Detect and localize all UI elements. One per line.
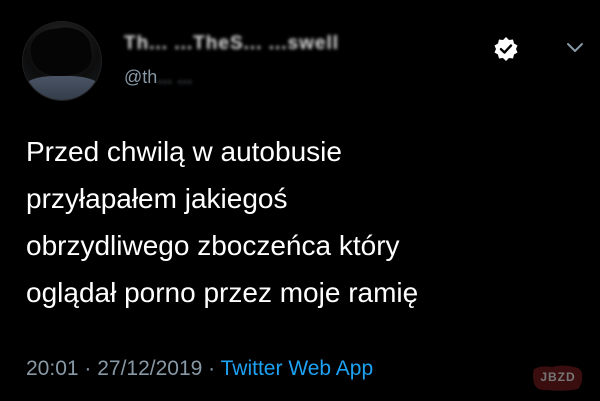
meta-separator: · (78, 357, 98, 380)
tweet-text: Przed chwilą w autobusie przyłapałem jak… (26, 128, 586, 316)
tweet-meta: 20:01 · 27/12/2019 · Twitter Web App (26, 357, 373, 381)
handle-prefix: @th (124, 67, 158, 87)
tweet-source-link[interactable]: Twitter Web App (221, 357, 374, 380)
chevron-down-icon[interactable] (565, 40, 585, 56)
tweet-text-line: oglądał porno przez moje ramię (26, 277, 419, 308)
display-name[interactable]: Th... ...TheS... ...swell (124, 33, 339, 55)
tweet-card: Th... ...TheS... ...swell @th... ... Prz… (0, 0, 600, 401)
handle-redacted: ... ... (157, 67, 193, 87)
verified-badge-icon (494, 37, 518, 61)
avatar-redaction (27, 24, 95, 80)
tweet-time[interactable]: 20:01 (26, 357, 79, 380)
tweet-date[interactable]: 27/12/2019 (97, 357, 202, 380)
meta-separator: · (202, 357, 221, 380)
tweet-text-line: przyłapałem jakiegoś (26, 183, 288, 214)
tweet-text-line: obrzydliwego zboczeńca który (26, 230, 400, 261)
watermark-text: JBZD (540, 370, 576, 384)
avatar-figure (23, 76, 101, 100)
watermark: JBZD (532, 363, 584, 393)
user-handle[interactable]: @th... ... (124, 67, 192, 88)
tweet-text-line: Przed chwilą w autobusie (26, 136, 342, 167)
avatar[interactable] (22, 21, 102, 101)
